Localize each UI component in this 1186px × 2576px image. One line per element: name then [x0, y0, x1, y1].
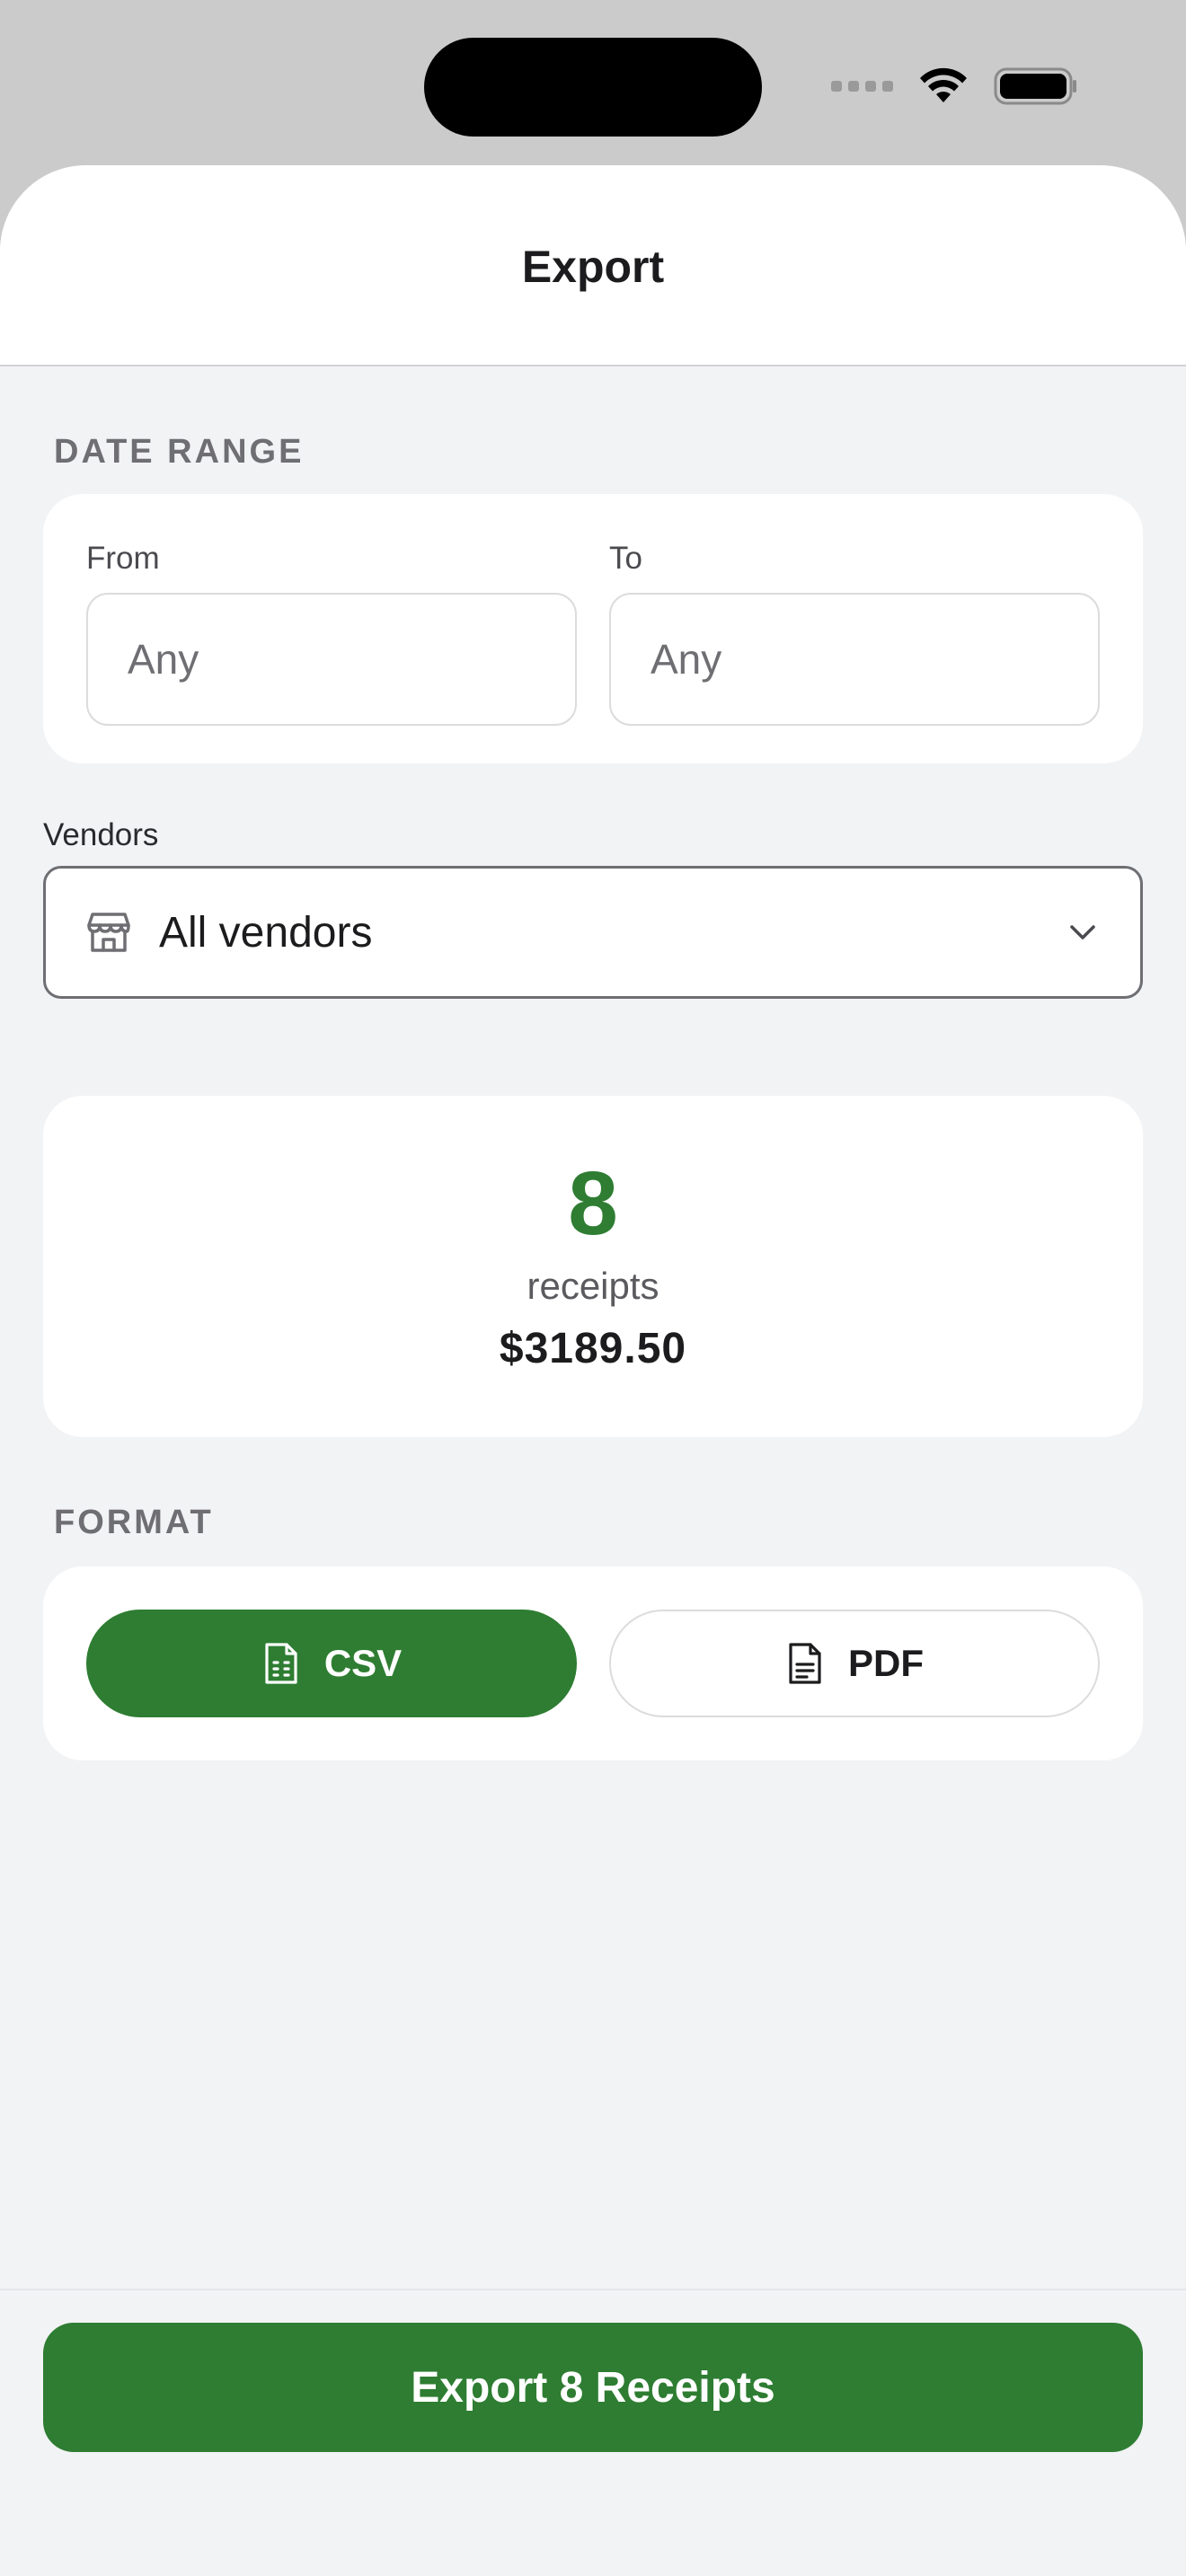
- csv-file-icon: [265, 1643, 297, 1684]
- receipt-count-unit: receipts: [527, 1265, 659, 1307]
- from-date-input[interactable]: Any: [86, 593, 577, 726]
- vendors-label: Vendors: [43, 817, 159, 852]
- to-date-input[interactable]: Any: [609, 593, 1100, 726]
- chevron-down-icon: [1070, 925, 1095, 940]
- from-date-group: From Any: [86, 541, 577, 726]
- screen: Export DATE RANGE From Any To Any Vendor…: [0, 0, 1186, 2576]
- from-date-label: From: [86, 541, 160, 576]
- to-date-group: To Any: [609, 541, 1100, 726]
- format-csv-button[interactable]: CSV: [86, 1610, 577, 1717]
- pdf-file-icon: [789, 1643, 821, 1684]
- status-bar-right: [831, 66, 1078, 106]
- sheet-header: Export: [0, 165, 1186, 366]
- to-date-placeholder: Any: [651, 636, 722, 683]
- wifi-icon: [920, 67, 967, 102]
- cellular-signal-icon: [831, 81, 893, 92]
- export-receipts-button[interactable]: Export 8 Receipts: [43, 2323, 1143, 2452]
- receipt-count: 8: [568, 1153, 618, 1254]
- vendor-select-value: All vendors: [159, 908, 373, 957]
- battery-icon: [994, 67, 1076, 105]
- export-sheet: Export DATE RANGE From Any To Any Vendor…: [0, 165, 1186, 2576]
- receipt-total-amount: $3189.50: [499, 1325, 687, 1372]
- dynamic-island: [424, 38, 762, 137]
- summary-card: 8 receipts $3189.50: [43, 1096, 1143, 1437]
- vendor-select[interactable]: All vendors: [43, 866, 1143, 999]
- format-pdf-label: PDF: [848, 1642, 924, 1684]
- page-title: Export: [521, 242, 665, 292]
- format-section-label: FORMAT: [54, 1504, 214, 1541]
- format-csv-label: CSV: [323, 1642, 403, 1684]
- date-range-card: From Any To Any: [43, 494, 1143, 763]
- format-pdf-button[interactable]: PDF: [609, 1610, 1100, 1717]
- date-range-section-label: DATE RANGE: [54, 433, 305, 471]
- to-date-label: To: [609, 541, 642, 576]
- bottom-action-bar: Export 8 Receipts: [0, 2289, 1186, 2576]
- from-date-placeholder: Any: [128, 636, 199, 683]
- format-card: CSV PDF: [43, 1566, 1143, 1760]
- store-icon: [87, 913, 130, 952]
